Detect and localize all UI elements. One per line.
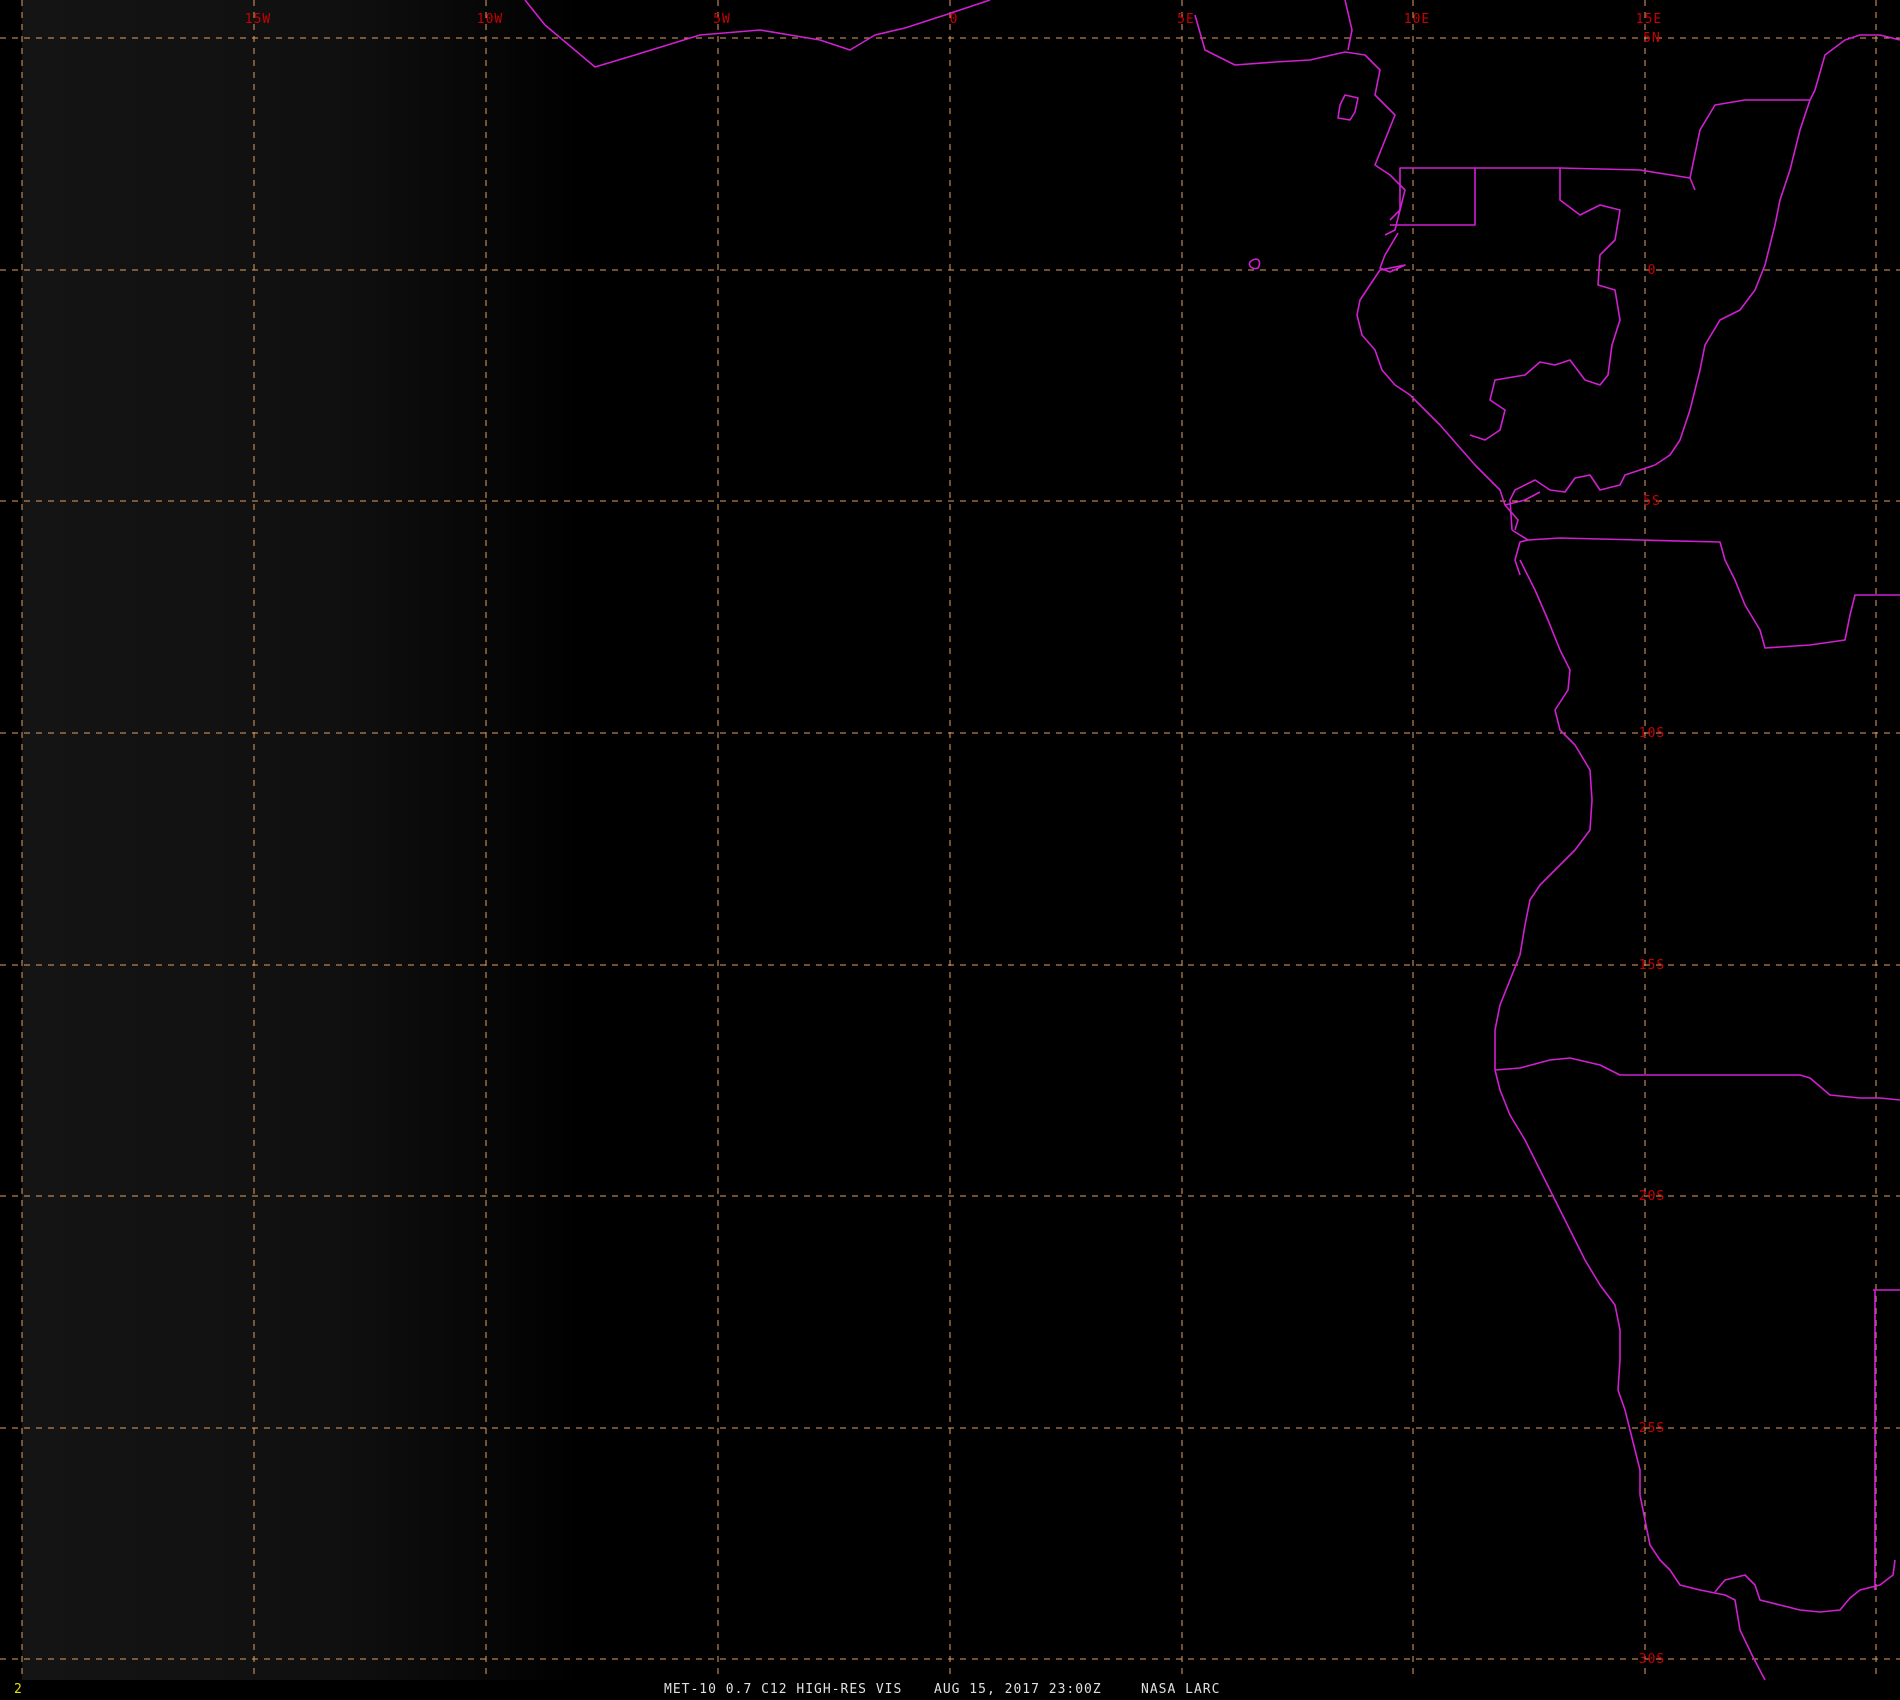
border-nigeria: [1344, 0, 1353, 51]
border-cabinda: [1509, 464, 1656, 531]
latitude-label: 0: [1648, 263, 1657, 278]
island-sao-tome: [1248, 258, 1261, 270]
latitude-label: 15S: [1639, 958, 1665, 973]
image-caption-bar: 2 MET-10 0.7 C12 HIGH-RES VIS AUG 15, 20…: [0, 1679, 1900, 1700]
longitude-label: 10W: [477, 12, 503, 27]
border-angola-namibia: [1494, 1057, 1900, 1101]
latitude-label: 30S: [1639, 1652, 1665, 1667]
latitude-label: 25S: [1639, 1421, 1665, 1436]
longitude-label: 15W: [245, 12, 271, 27]
longitude-label: 15E: [1636, 12, 1662, 27]
longitude-label: 0: [950, 12, 959, 27]
latitude-label: 10S: [1639, 726, 1665, 741]
coastline-drc-mouth: [1511, 529, 1529, 576]
border-orange-river: [1714, 1559, 1896, 1613]
satellite-image-view[interactable]: 15W 10W 5W 0 5E 10E 15E 5N 0 5S 10S 15S 20S 25S 30S 2 …: [0, 0, 1900, 1700]
longitude-label: 5E: [1177, 12, 1195, 27]
border-cameroon-south: [1475, 167, 1696, 191]
latitude-label: 20S: [1639, 1189, 1665, 1204]
map-canvas[interactable]: 15W 10W 5W 0 5E 10E 15E 5N 0 5S 10S 15S 20S 25S 30S: [0, 0, 1900, 1700]
coastline-angola: [1494, 559, 1593, 1070]
coastline-namibia: [1494, 1069, 1641, 1495]
coastline-gulf-of-guinea: [524, 0, 991, 68]
border-congo: [1689, 34, 1900, 179]
coastline-nigeria-cameroon: [1194, 14, 1406, 236]
border-congo-drc: [1654, 99, 1811, 466]
organization-label: NASA LARC: [1141, 1682, 1221, 1697]
border-gabon: [1469, 168, 1621, 441]
longitude-label: 10E: [1404, 12, 1430, 27]
satellite-product-label: MET-10 0.7 C12 HIGH-RES VIS: [664, 1682, 903, 1697]
frame-index-label: 2: [14, 1682, 23, 1697]
longitude-label: 5W: [713, 12, 731, 27]
datetime-label: AUG 15, 2017 23:00Z: [934, 1682, 1102, 1697]
island-bioko: [1337, 94, 1359, 121]
border-drc-angola: [1527, 537, 1900, 649]
latitude-label: 5S: [1643, 494, 1661, 509]
latitude-label: 5N: [1643, 31, 1661, 46]
